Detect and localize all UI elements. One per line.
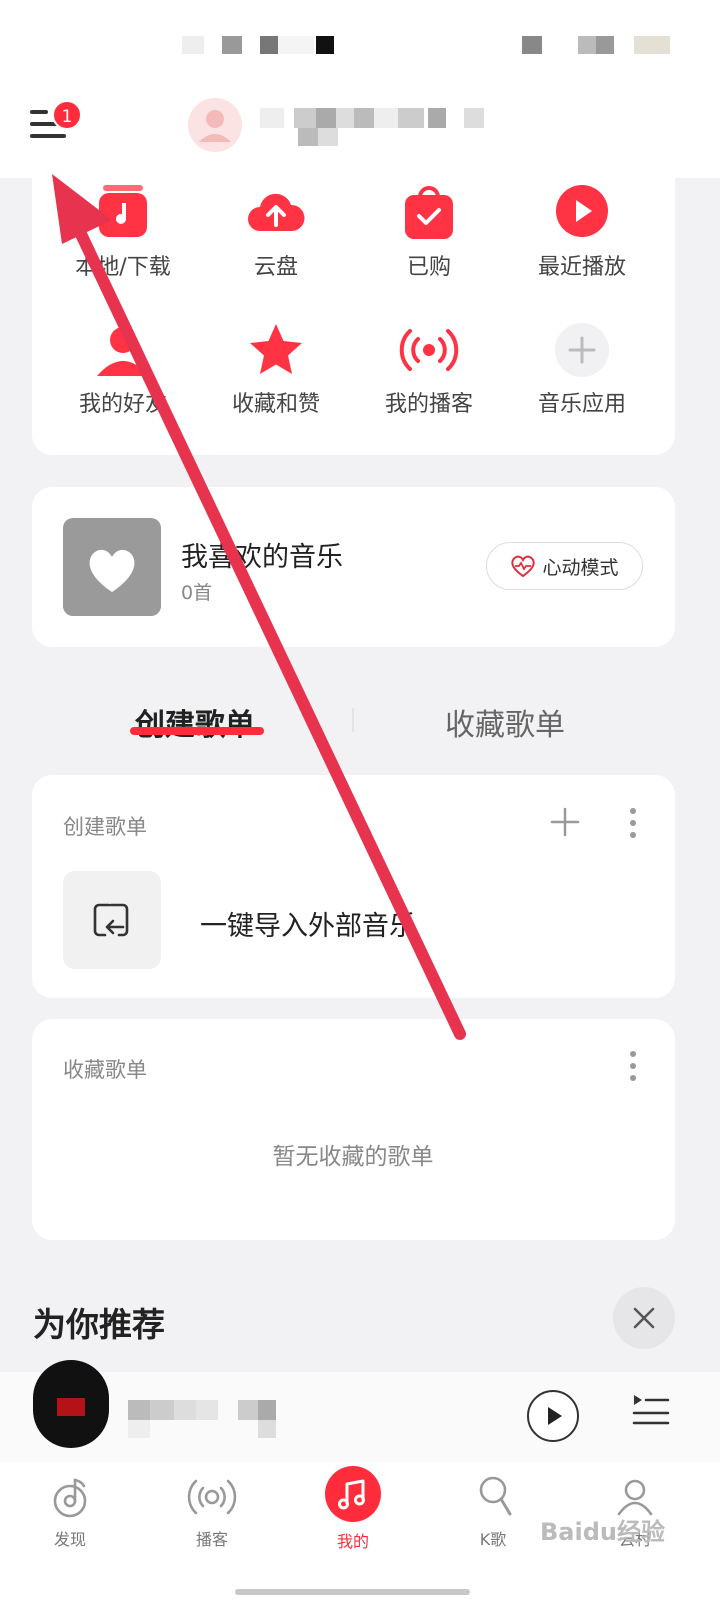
recommend-title: 为你推荐: [33, 1305, 165, 1344]
grid-item-purchased[interactable]: 已购: [354, 183, 504, 281]
status-blur: [522, 36, 542, 54]
import-music-box[interactable]: [63, 871, 161, 969]
grid-item-label: 本地/下载: [75, 255, 171, 280]
grid-item-friends[interactable]: 我的好友: [48, 320, 198, 418]
close-icon: [633, 1307, 655, 1329]
play-button[interactable]: [527, 1390, 579, 1442]
nav-label: 播客: [195, 1530, 228, 1549]
username-pixelated[interactable]: [260, 108, 490, 146]
grid-item-label: 最近播放: [537, 255, 626, 280]
status-blur: [316, 36, 334, 54]
avatar[interactable]: [188, 98, 242, 152]
nav-karaoke[interactable]: K歌: [443, 1474, 543, 1550]
liked-music-count: 0首: [181, 582, 213, 604]
baidu-watermark: Baidu经验: [540, 1518, 665, 1546]
status-bar: [0, 0, 720, 80]
import-music-text[interactable]: 一键导入外部音乐: [200, 904, 416, 943]
grid-item-recent-play[interactable]: 最近播放: [507, 183, 657, 281]
status-blur: [634, 36, 670, 54]
status-blur: [278, 36, 314, 54]
grid-item-label: 我的好友: [78, 392, 167, 417]
status-blur: [596, 36, 614, 54]
add-playlist-button[interactable]: [549, 806, 581, 838]
grid-item-label: 云盘: [253, 255, 298, 280]
created-more-button[interactable]: [630, 808, 636, 844]
heart-mode-button[interactable]: 心动模式: [486, 542, 643, 590]
podcast-icon: [399, 320, 459, 380]
status-blur: [260, 36, 278, 54]
playlist-icon: [632, 1395, 670, 1425]
notification-badge: 1: [52, 100, 82, 130]
status-blur: [182, 36, 204, 54]
music-note-icon: [325, 1466, 381, 1522]
nav-discover[interactable]: 发现: [20, 1474, 120, 1550]
collected-more-button[interactable]: [630, 1051, 636, 1087]
heart-mode-label: 心动模式: [542, 556, 619, 579]
collected-playlists-label: 收藏歌单: [63, 1058, 147, 1082]
discover-icon: [53, 1478, 87, 1518]
status-blur: [222, 36, 242, 54]
home-indicator: [235, 1589, 470, 1595]
grid-item-label: 音乐应用: [537, 392, 626, 417]
album-disc[interactable]: [33, 1360, 109, 1448]
star-icon: [246, 320, 306, 380]
grid-item-label: 已购: [406, 255, 451, 280]
liked-music-cover: [63, 518, 161, 616]
play-icon: [548, 1407, 562, 1425]
local-download-icon: [93, 183, 153, 243]
collected-playlists-card: [32, 1019, 675, 1240]
grid-item-label: 我的播客: [384, 392, 473, 417]
tab-divider: [352, 708, 354, 732]
purchased-bag-icon: [399, 183, 459, 243]
grid-item-local-download[interactable]: 本地/下载: [48, 183, 198, 281]
plus-icon: [552, 320, 612, 380]
grid-item-podcast[interactable]: 我的播客: [354, 320, 504, 418]
liked-music-title: 我喜欢的音乐: [181, 542, 343, 573]
grid-item-favorites[interactable]: 收藏和赞: [201, 320, 351, 418]
plus-icon: [550, 807, 580, 837]
created-playlists-label: 创建歌单: [63, 815, 147, 839]
friends-icon: [93, 320, 153, 380]
import-icon: [93, 903, 129, 937]
nav-podcast[interactable]: 播客: [162, 1474, 262, 1550]
cloud-upload-icon: [246, 183, 306, 243]
nav-label: 发现: [53, 1530, 86, 1549]
grid-item-music-apps[interactable]: 音乐应用: [507, 320, 657, 418]
playlist-button[interactable]: [632, 1393, 670, 1433]
nav-label: K歌: [479, 1530, 507, 1549]
empty-collected-text: 暂无收藏的歌单: [272, 1144, 434, 1170]
heart-icon: [89, 549, 135, 592]
recent-play-icon: [552, 183, 612, 243]
tab-created-playlists[interactable]: 创建歌单: [135, 700, 255, 744]
status-blur: [578, 36, 596, 54]
playlist-tabs: 创建歌单 收藏歌单: [0, 690, 720, 760]
tab-active-indicator: [130, 727, 264, 735]
podcast-nav-icon: [187, 1479, 237, 1515]
nav-label: 我的: [336, 1532, 369, 1551]
tab-collected-playlists[interactable]: 收藏歌单: [445, 700, 565, 744]
grid-item-label: 收藏和赞: [231, 392, 320, 417]
track-title-pixelated: [128, 1400, 278, 1440]
close-button[interactable]: [613, 1287, 675, 1349]
nav-my-music[interactable]: 我的: [303, 1466, 403, 1552]
heart-pulse-icon: [511, 555, 536, 578]
grid-item-cloud[interactable]: 云盘: [201, 183, 351, 281]
microphone-icon: [479, 1476, 512, 1516]
